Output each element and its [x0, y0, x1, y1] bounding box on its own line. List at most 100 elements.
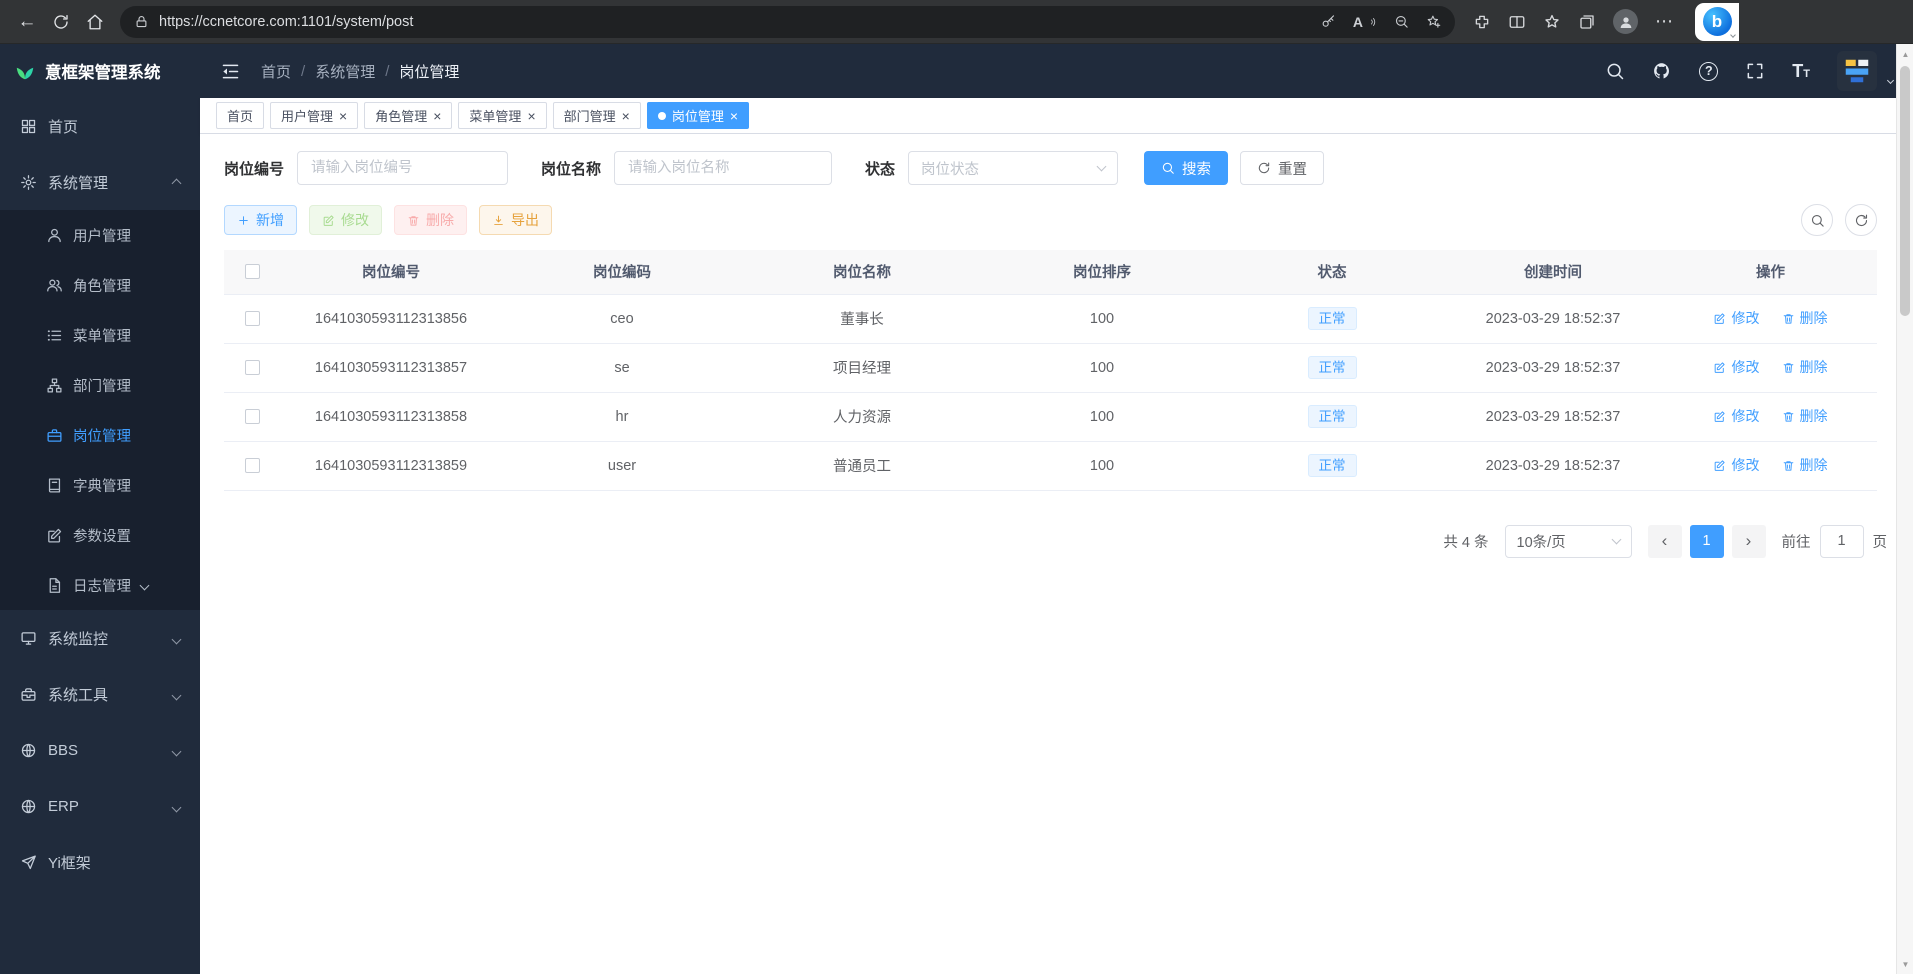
- page-scrollbar[interactable]: ▲ ▼: [1896, 44, 1913, 974]
- tab-role-mgmt[interactable]: 角色管理 ×: [364, 102, 452, 129]
- prev-page-button[interactable]: ‹: [1648, 525, 1682, 558]
- browser-back-button[interactable]: ←: [10, 5, 44, 39]
- sidebar-item-bbs[interactable]: BBS: [0, 722, 200, 778]
- close-icon[interactable]: ×: [339, 109, 347, 123]
- bing-copilot-button[interactable]: b: [1695, 3, 1739, 41]
- collections-icon[interactable]: [1578, 13, 1596, 31]
- url-text[interactable]: https://ccnetcore.com:1101/system/post: [159, 14, 413, 30]
- tab-dept-mgmt[interactable]: 部门管理 ×: [553, 102, 641, 129]
- row-checkbox[interactable]: [245, 458, 260, 473]
- tab-user-mgmt[interactable]: 用户管理 ×: [270, 102, 358, 129]
- font-size-icon[interactable]: TT: [1792, 62, 1810, 80]
- toggle-search-button[interactable]: [1801, 204, 1833, 236]
- table-row[interactable]: 1641030593112313857 se 项目经理 100 正常 2023-…: [224, 343, 1877, 392]
- sidebar-item-tools[interactable]: 系统工具: [0, 666, 200, 722]
- sidebar-item-param-settings[interactable]: 参数设置: [0, 510, 200, 560]
- page-1-button[interactable]: 1: [1690, 525, 1724, 558]
- search-icon[interactable]: [1605, 61, 1625, 81]
- close-icon[interactable]: ×: [622, 109, 630, 123]
- sidebar-item-log-mgmt[interactable]: 日志管理: [0, 560, 200, 610]
- browser-refresh-button[interactable]: [44, 5, 78, 39]
- favorites-icon[interactable]: [1543, 13, 1561, 31]
- post-code-input[interactable]: [297, 151, 508, 185]
- row-edit-link[interactable]: 修改: [1713, 357, 1759, 377]
- browser-profile-icon[interactable]: [1613, 9, 1638, 34]
- goto-page-input[interactable]: [1820, 525, 1864, 558]
- extensions-icon[interactable]: [1473, 13, 1491, 31]
- sidebar-item-post-mgmt[interactable]: 岗位管理: [0, 410, 200, 460]
- breadcrumb-item[interactable]: 系统管理: [315, 61, 375, 82]
- cell-post-code: ceo: [502, 294, 742, 343]
- active-tab-dot: [658, 112, 666, 120]
- edit-button[interactable]: 修改: [309, 205, 382, 235]
- user-avatar[interactable]: [1837, 51, 1877, 91]
- sidebar-item-user-mgmt[interactable]: 用户管理: [0, 210, 200, 260]
- browser-home-button[interactable]: [78, 5, 112, 39]
- reset-button[interactable]: 重置: [1240, 151, 1324, 185]
- row-edit-link[interactable]: 修改: [1713, 308, 1759, 328]
- sidebar-item-label: 岗位管理: [73, 425, 131, 446]
- page-size-select[interactable]: 10条/页: [1505, 525, 1632, 558]
- fullscreen-icon[interactable]: [1745, 61, 1765, 81]
- sidebar-item-role-mgmt[interactable]: 角色管理: [0, 260, 200, 310]
- breadcrumb-item[interactable]: 首页: [261, 61, 291, 82]
- scrollbar-up-arrow-icon[interactable]: ▲: [1897, 46, 1913, 62]
- search-button[interactable]: 搜索: [1144, 151, 1228, 185]
- sidebar-item-menu-mgmt[interactable]: 菜单管理: [0, 310, 200, 360]
- tab-post-mgmt[interactable]: 岗位管理 ×: [647, 102, 749, 129]
- post-name-input[interactable]: [614, 151, 832, 185]
- sidebar-item-system[interactable]: 系统管理: [0, 154, 200, 210]
- tab-home[interactable]: 首页: [216, 102, 264, 129]
- sidebar-item-label: 系统管理: [48, 172, 108, 193]
- add-favorite-icon[interactable]: [1426, 14, 1441, 29]
- breadcrumb: 首页 / 系统管理 / 岗位管理: [261, 61, 459, 82]
- row-delete-link[interactable]: 删除: [1782, 357, 1828, 377]
- sidebar-item-label: 参数设置: [73, 525, 131, 546]
- read-aloud-icon[interactable]: A: [1353, 14, 1377, 30]
- bing-dropdown-caret-icon[interactable]: [1731, 24, 1735, 42]
- edit-square-icon: [46, 527, 63, 544]
- sidebar-item-dict-mgmt[interactable]: 字典管理: [0, 460, 200, 510]
- status-select[interactable]: 岗位状态: [908, 151, 1118, 185]
- tab-menu-mgmt[interactable]: 菜单管理 ×: [458, 102, 546, 129]
- delete-button[interactable]: 删除: [394, 205, 467, 235]
- split-screen-icon[interactable]: [1508, 13, 1526, 31]
- address-bar[interactable]: https://ccnetcore.com:1101/system/post A: [120, 6, 1455, 38]
- sidebar-item-dept-mgmt[interactable]: 部门管理: [0, 360, 200, 410]
- row-delete-link[interactable]: 删除: [1782, 406, 1828, 426]
- sidebar-item-yi-framework[interactable]: Yi框架: [0, 834, 200, 890]
- table-row[interactable]: 1641030593112313856 ceo 董事长 100 正常 2023-…: [224, 294, 1877, 343]
- close-icon[interactable]: ×: [433, 109, 441, 123]
- scrollbar-down-arrow-icon[interactable]: ▼: [1897, 956, 1913, 972]
- row-delete-link[interactable]: 删除: [1782, 308, 1828, 328]
- cell-post-sort: 100: [982, 441, 1222, 490]
- row-checkbox[interactable]: [245, 360, 260, 375]
- row-delete-link[interactable]: 删除: [1782, 455, 1828, 475]
- sidebar-item-monitor[interactable]: 系统监控: [0, 610, 200, 666]
- zoom-icon[interactable]: [1394, 14, 1409, 29]
- close-icon[interactable]: ×: [730, 109, 738, 123]
- browser-menu-icon[interactable]: ⋯: [1655, 11, 1674, 32]
- row-checkbox[interactable]: [245, 409, 260, 424]
- scrollbar-thumb[interactable]: [1900, 66, 1910, 316]
- row-checkbox[interactable]: [245, 311, 260, 326]
- password-key-icon[interactable]: [1321, 14, 1336, 29]
- table-row[interactable]: 1641030593112313858 hr 人力资源 100 正常 2023-…: [224, 392, 1877, 441]
- close-icon[interactable]: ×: [527, 109, 535, 123]
- row-edit-link[interactable]: 修改: [1713, 455, 1759, 475]
- table-row[interactable]: 1641030593112313859 user 普通员工 100 正常 202…: [224, 441, 1877, 490]
- sidebar-item-label: BBS: [48, 742, 78, 759]
- export-button[interactable]: 导出: [479, 205, 552, 235]
- select-all-checkbox[interactable]: [245, 264, 260, 279]
- sidebar-item-erp[interactable]: ERP: [0, 778, 200, 834]
- github-icon[interactable]: [1652, 61, 1672, 81]
- row-edit-link[interactable]: 修改: [1713, 406, 1759, 426]
- refresh-table-button[interactable]: [1845, 204, 1877, 236]
- org-tree-icon: [46, 377, 63, 394]
- help-icon[interactable]: ?: [1699, 62, 1718, 81]
- add-button[interactable]: 新增: [224, 205, 297, 235]
- sidebar-toggle-button[interactable]: [220, 61, 241, 82]
- avatar-dropdown-caret-icon[interactable]: [1888, 70, 1893, 88]
- sidebar-item-home[interactable]: 首页: [0, 98, 200, 154]
- next-page-button[interactable]: ›: [1732, 525, 1766, 558]
